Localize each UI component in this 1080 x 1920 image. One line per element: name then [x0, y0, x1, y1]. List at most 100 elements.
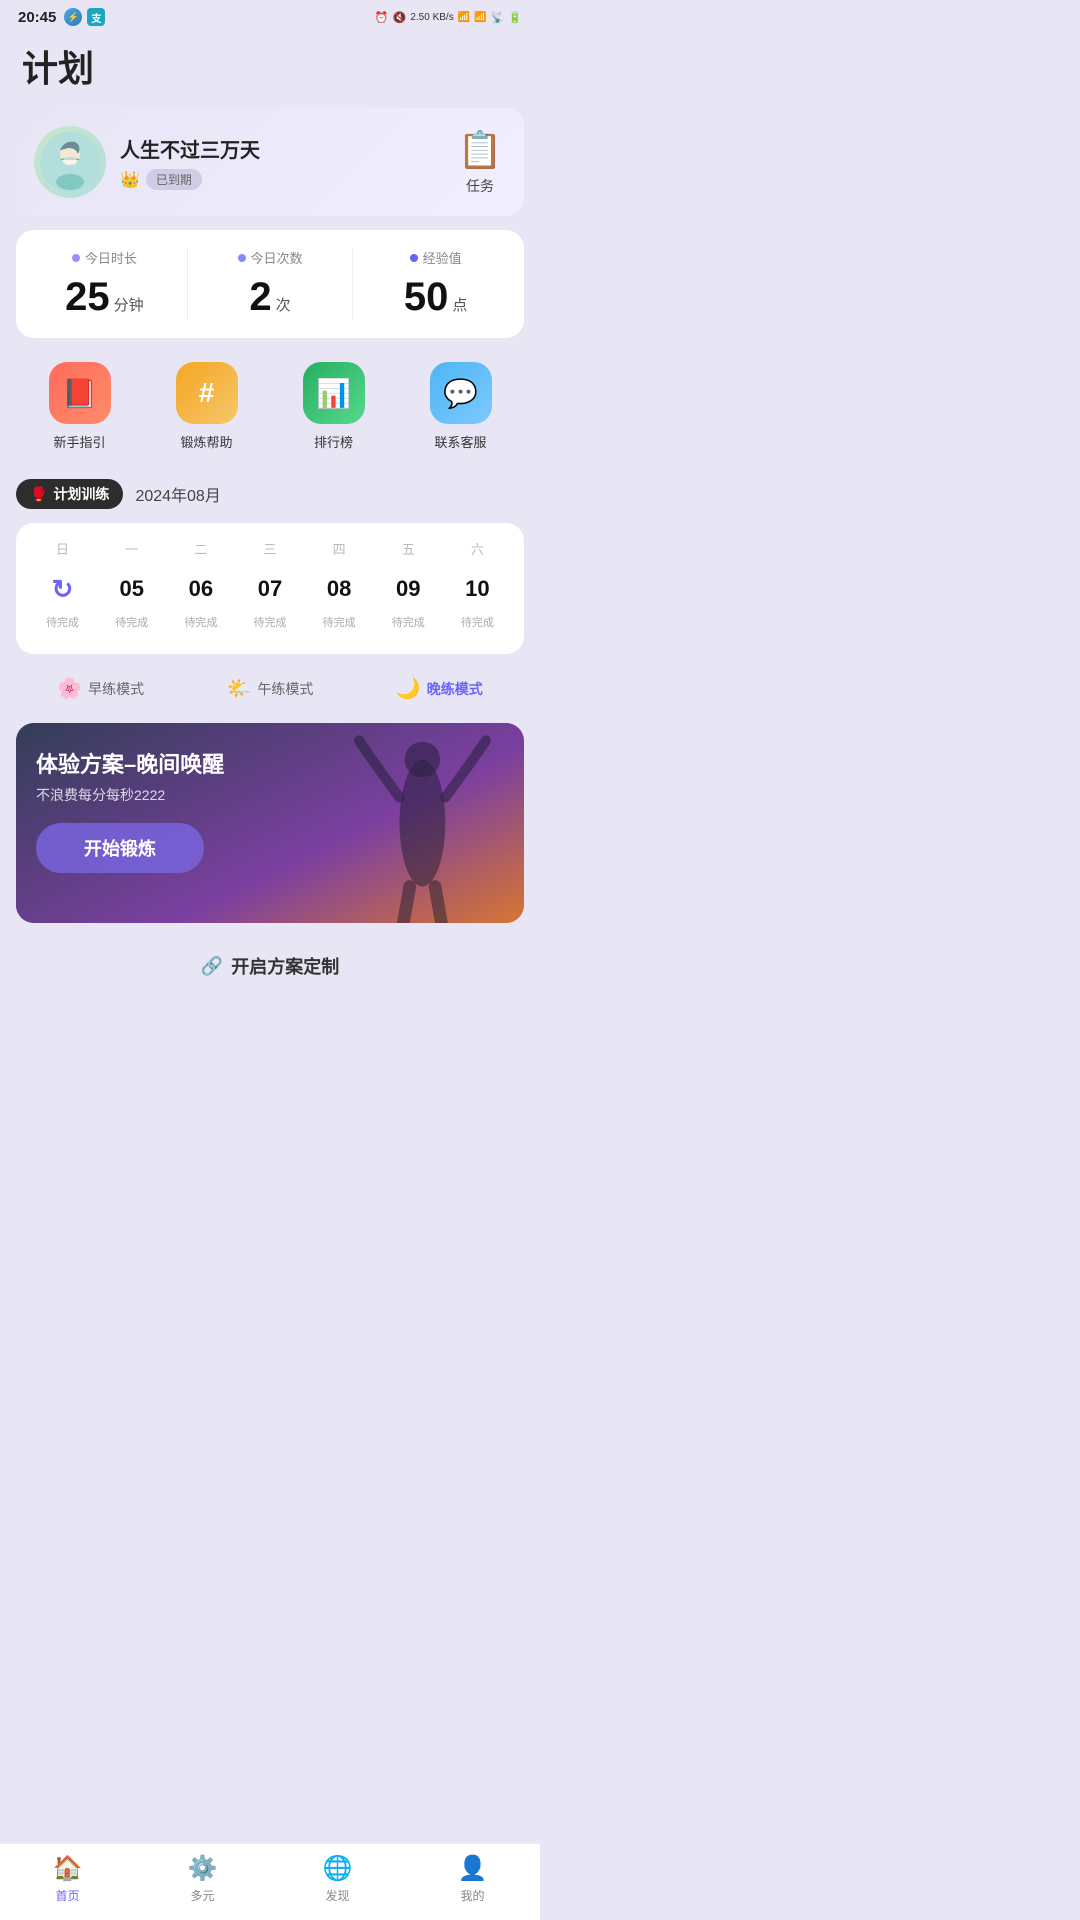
count-value: 2 — [249, 275, 271, 320]
duration-unit: 分钟 — [114, 294, 144, 315]
day-06-num: 06 — [180, 568, 222, 610]
banner-title: 体验方案–晚间唤醒 — [36, 747, 224, 779]
mode-row: 🌸 早练模式 🌤️ 午练模式 🌙 晚练模式 — [16, 668, 524, 709]
task-button[interactable]: 📋 任务 — [454, 128, 506, 196]
nav-multi[interactable]: ⚙️ 多元 — [188, 1854, 218, 1904]
mute-icon: 🔇 — [393, 11, 407, 24]
noon-icon: 🌤️ — [227, 676, 252, 701]
rank-icon: 📊 — [303, 362, 365, 424]
day-09-status: 待完成 — [392, 614, 425, 630]
assist-icon: # — [176, 362, 238, 424]
mode-morning[interactable]: 🌸 早练模式 — [57, 676, 144, 701]
day-07[interactable]: 07 待完成 — [244, 568, 296, 630]
status-app-icons: ⚡ 支 — [64, 8, 105, 26]
day-10[interactable]: 10 待完成 — [451, 568, 503, 630]
discover-label: 发现 — [325, 1887, 349, 1904]
menu-assist[interactable]: # 锻炼帮助 — [176, 362, 238, 451]
status-icons: ⏰ 🔇 2.50 KB/s 📶 📶 📡 🔋 — [375, 11, 522, 24]
duration-value: 25 — [65, 275, 110, 320]
service-icon: 💬 — [430, 362, 492, 424]
nav-home[interactable]: 🏠 首页 — [53, 1854, 83, 1904]
stat-count: 今日次数 2 次 — [192, 248, 349, 320]
profile-badge: 👑 已到期 — [120, 169, 260, 190]
menu-guide[interactable]: 📕 新手指引 — [49, 362, 111, 451]
training-tag-label: 计划训练 — [53, 484, 109, 504]
profile-icon: 👤 — [458, 1854, 488, 1883]
day-10-status: 待完成 — [461, 614, 494, 630]
profile-name: 人生不过三万天 — [120, 134, 260, 163]
fire-icon: 🥊 — [30, 486, 47, 503]
app-icon-1: ⚡ — [64, 8, 82, 26]
divider-1 — [187, 248, 188, 320]
day-today[interactable]: ↻ 待完成 — [37, 568, 89, 630]
dot-exp — [410, 254, 418, 262]
custom-plan-label: 开启方案定制 — [231, 953, 339, 979]
day-05[interactable]: 05 待完成 — [106, 568, 158, 630]
weekday-4: 四 — [313, 539, 365, 558]
day-08-num: 08 — [318, 568, 360, 610]
morning-icon: 🌸 — [57, 676, 82, 701]
guide-icon: 📕 — [49, 362, 111, 424]
battery-icon: 🔋 — [508, 11, 522, 24]
stat-exp: 经验值 50 点 — [357, 248, 514, 320]
mode-noon[interactable]: 🌤️ 午练模式 — [227, 676, 314, 701]
home-label: 首页 — [55, 1887, 79, 1904]
wifi-icon: 📡 — [491, 11, 505, 24]
day-07-status: 待完成 — [253, 614, 286, 630]
link-icon: 🔗 — [201, 956, 223, 977]
day-08-status: 待完成 — [323, 614, 356, 630]
today-arrow-icon: ↻ — [52, 574, 74, 605]
discover-icon: 🌐 — [323, 1854, 353, 1883]
weekday-1: 一 — [106, 539, 158, 558]
divider-2 — [352, 248, 353, 320]
profile-label: 我的 — [460, 1887, 484, 1904]
dot-count — [238, 254, 246, 262]
profile-left: 人生不过三万天 👑 已到期 — [34, 126, 260, 198]
calendar-days: ↻ 待完成 05 待完成 06 待完成 07 待完成 08 待完成 09 — [28, 568, 512, 630]
app-icon-2: 支 — [87, 8, 105, 26]
home-icon: 🏠 — [53, 1854, 83, 1883]
exp-value: 50 — [404, 275, 449, 320]
morning-label: 早练模式 — [88, 679, 144, 699]
menu-grid: 📕 新手指引 # 锻炼帮助 📊 排行榜 💬 联系客服 — [16, 352, 524, 461]
service-label: 联系客服 — [434, 432, 486, 451]
nav-profile[interactable]: 👤 我的 — [458, 1854, 488, 1904]
banner-content: 体验方案–晚间唤醒 不浪费每分每秒2222 开始锻炼 — [16, 723, 244, 897]
rank-label: 排行榜 — [314, 432, 353, 451]
multi-icon: ⚙️ — [188, 1854, 218, 1883]
expired-tag: 已到期 — [146, 169, 202, 190]
day-08[interactable]: 08 待完成 — [313, 568, 365, 630]
day-06[interactable]: 06 待完成 — [175, 568, 227, 630]
banner-subtitle: 不浪费每分每秒2222 — [36, 785, 224, 805]
day-10-num: 10 — [456, 568, 498, 610]
status-bar: 20:45 ⚡ 支 ⏰ 🔇 2.50 KB/s 📶 📶 📡 🔋 — [0, 0, 540, 30]
profile-card: 人生不过三万天 👑 已到期 📋 任务 — [16, 108, 524, 216]
weekday-0: 日 — [37, 539, 89, 558]
day-07-num: 07 — [249, 568, 291, 610]
task-label: 任务 — [466, 176, 494, 196]
mode-evening[interactable]: 🌙 晚练模式 — [396, 676, 483, 701]
start-exercise-button[interactable]: 开始锻炼 — [36, 823, 204, 873]
multi-label: 多元 — [190, 1887, 214, 1904]
day-09-num: 09 — [387, 568, 429, 610]
weekday-2: 二 — [175, 539, 227, 558]
count-unit: 次 — [276, 294, 291, 315]
banner-card: 体验方案–晚间唤醒 不浪费每分每秒2222 开始锻炼 — [16, 723, 524, 923]
day-05-status: 待完成 — [115, 614, 148, 630]
signal1-icon: 📶 — [458, 12, 470, 23]
menu-service[interactable]: 💬 联系客服 — [430, 362, 492, 451]
evening-icon: 🌙 — [396, 676, 421, 701]
nav-discover[interactable]: 🌐 发现 — [323, 1854, 353, 1904]
menu-rank[interactable]: 📊 排行榜 — [303, 362, 365, 451]
crown-icon: 👑 — [120, 170, 140, 190]
assist-label: 锻炼帮助 — [180, 432, 232, 451]
weekday-5: 五 — [382, 539, 434, 558]
evening-label: 晚练模式 — [427, 679, 483, 699]
day-09[interactable]: 09 待完成 — [382, 568, 434, 630]
stats-card: 今日时长 25 分钟 今日次数 2 次 经验值 50 — [16, 230, 524, 338]
weekday-6: 六 — [451, 539, 503, 558]
custom-plan-button[interactable]: 🔗 开启方案定制 — [0, 937, 540, 995]
training-month: 2024年08月 — [135, 482, 220, 506]
bottom-nav: 🏠 首页 ⚙️ 多元 🌐 发现 👤 我的 — [0, 1843, 540, 1920]
dot-duration — [72, 254, 80, 262]
